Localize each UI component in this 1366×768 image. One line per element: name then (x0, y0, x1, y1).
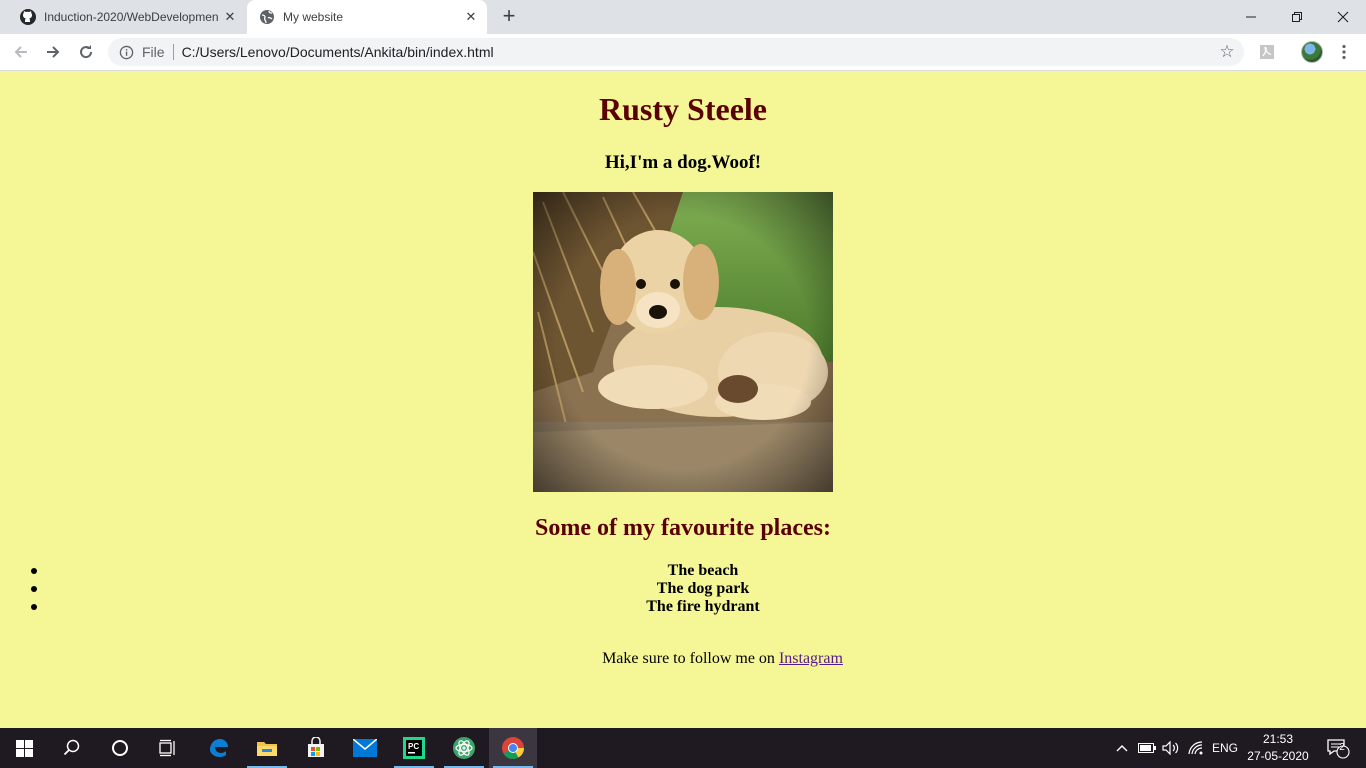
url-text[interactable]: C:/Users/Lenovo/Documents/Ankita/bin/ind… (182, 44, 494, 60)
bullet-icon (31, 604, 37, 610)
tab-github[interactable]: Induction-2020/WebDevelopmen ✕ (8, 0, 246, 34)
browser-toolbar: File C:/Users/Lenovo/Documents/Ankita/bi… (0, 34, 1366, 71)
place-label: The fire hydrant (646, 598, 760, 615)
tab-my-website[interactable]: My website ✕ (247, 0, 487, 34)
atom-icon[interactable] (440, 728, 488, 768)
close-window-button[interactable] (1320, 0, 1366, 34)
github-icon (20, 9, 36, 25)
windows-start-icon[interactable] (0, 728, 48, 768)
omnibox-divider (172, 44, 174, 60)
address-bar[interactable]: File C:/Users/Lenovo/Documents/Ankita/bi… (108, 38, 1244, 66)
search-icon[interactable] (48, 728, 96, 768)
language-indicator[interactable]: ENG (1208, 728, 1242, 768)
back-button[interactable] (8, 39, 34, 65)
taskbar: PC ENG 21:53 27-05-2020 2 (0, 728, 1366, 768)
bullet-icon (31, 568, 37, 574)
volume-icon[interactable] (1160, 728, 1182, 768)
mail-icon[interactable] (341, 728, 389, 768)
action-center-icon[interactable]: 2 (1318, 728, 1358, 768)
follow-line: Make sure to follow me on Instagram (0, 650, 1366, 668)
scheme-label: File (142, 44, 165, 60)
notification-count: 2 (1339, 742, 1345, 753)
clock-time: 21:53 (1262, 732, 1294, 746)
wifi-icon[interactable] (1185, 728, 1207, 768)
file-explorer-icon[interactable] (243, 728, 291, 768)
forward-button[interactable] (40, 39, 66, 65)
menu-kebab-icon[interactable] (1331, 39, 1357, 65)
place-label: The beach (667, 562, 739, 579)
page-subheading: Hi,I'm a dog.Woof! (604, 152, 762, 173)
instagram-link[interactable]: Instagram (779, 650, 843, 667)
minimize-button[interactable] (1228, 0, 1274, 34)
page-title: Rusty Steele (599, 91, 767, 127)
place-label: The dog park (656, 580, 750, 597)
restore-button[interactable] (1274, 0, 1320, 34)
list-item: The fire hydrant (31, 598, 1366, 616)
cortana-icon[interactable] (96, 728, 144, 768)
follow-text: Make sure to follow me on (602, 650, 779, 667)
pycharm-icon[interactable]: PC (390, 728, 438, 768)
globe-icon (259, 9, 275, 25)
info-icon[interactable] (118, 44, 134, 60)
show-hidden-icons-icon[interactable] (1112, 728, 1132, 768)
web-page: Rusty Steele Hi,I'm a dog.Woof! Some of … (0, 71, 1366, 728)
clock-date: 27-05-2020 (1247, 749, 1309, 763)
close-tab-icon[interactable]: ✕ (222, 9, 238, 25)
reload-button[interactable] (73, 39, 99, 65)
bullet-icon (31, 586, 37, 592)
store-icon[interactable] (292, 728, 340, 768)
close-tab-icon[interactable]: ✕ (463, 9, 479, 25)
bookmark-star-icon[interactable]: ☆ (1218, 43, 1236, 61)
profile-avatar[interactable] (1301, 41, 1323, 63)
tab-title: Induction-2020/WebDevelopmen (44, 10, 219, 24)
chrome-icon[interactable] (489, 728, 537, 768)
task-view-icon[interactable] (144, 728, 192, 768)
clock[interactable]: 21:53 27-05-2020 (1246, 731, 1310, 765)
places-list: The beach The dog park The fire hydrant (31, 562, 1366, 616)
list-item: The dog park (31, 580, 1366, 598)
pdf-extension-icon[interactable] (1254, 39, 1280, 65)
battery-icon[interactable] (1136, 728, 1158, 768)
places-heading: Some of my favourite places: (535, 515, 831, 541)
svg-text:PC: PC (408, 742, 419, 751)
tab-strip: Induction-2020/WebDevelopmen ✕ My websit… (0, 0, 1366, 34)
tab-title: My website (283, 10, 344, 24)
new-tab-button[interactable]: + (498, 5, 520, 28)
dog-photo (533, 192, 833, 492)
edge-icon[interactable] (194, 728, 242, 768)
list-item: The beach (31, 562, 1366, 580)
